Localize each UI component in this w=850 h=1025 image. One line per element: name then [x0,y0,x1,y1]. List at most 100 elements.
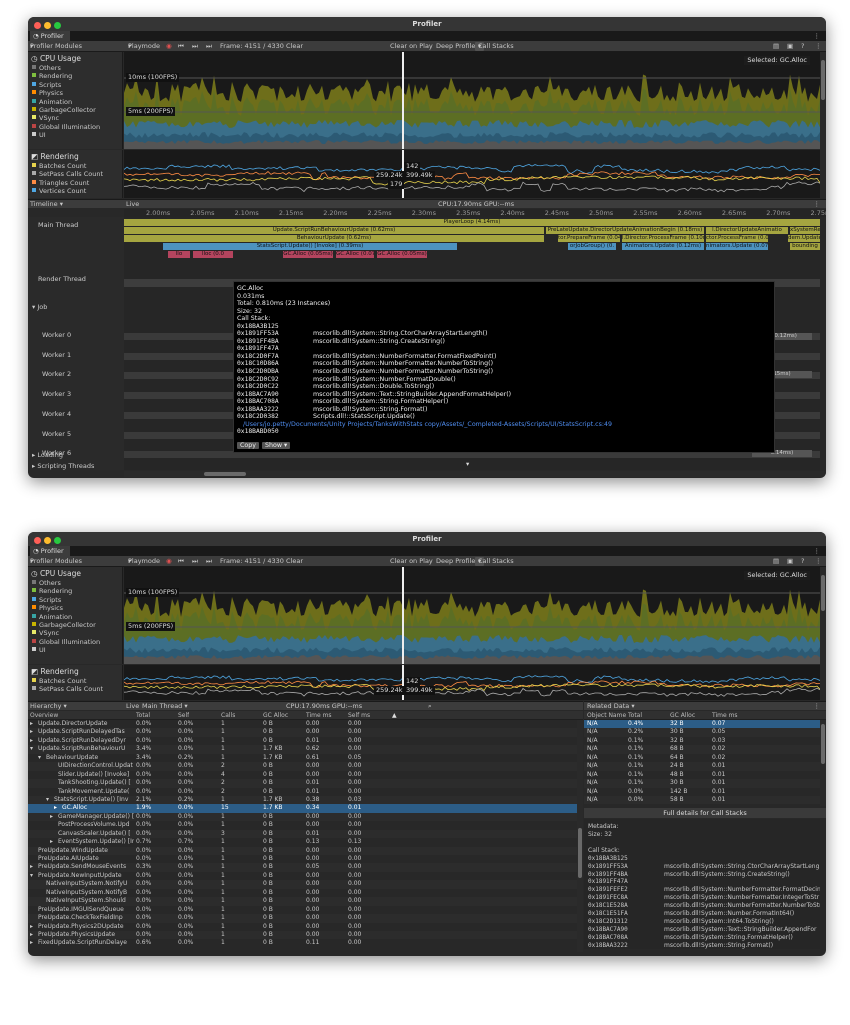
expand-arrow-icon[interactable]: ▸ [50,838,53,846]
expand-arrow-icon[interactable]: ▸ [30,728,33,736]
expand-arrow-icon[interactable]: ▸ [54,804,57,812]
worker-label[interactable]: Worker 4 [42,410,71,418]
source-path-link[interactable]: /Users/jo.petty/Documents/Unity Projects… [243,421,612,429]
record-icon[interactable]: ◉ [166,41,172,52]
expand-arrow-icon[interactable]: ▾ [30,872,33,880]
system-bar[interactable]: xSystemRe [790,227,820,234]
legend-item[interactable]: Others [28,579,122,587]
animators-update-bar-2[interactable]: nimators.Update (0.07m [706,243,768,250]
timeline-h-scrollbar[interactable] [124,471,826,477]
column-header[interactable]: Total [136,711,150,720]
scripting-threads-label[interactable]: ▸ Scripting Threads [32,462,94,470]
expand-arrow-icon[interactable]: ▸ [30,737,33,745]
column-header[interactable]: Time ms [306,711,332,720]
save-icon-2[interactable]: ▣ [787,556,793,567]
gc-alloc-short[interactable]: llo [168,251,190,258]
hierarchy-row[interactable]: StatsScript.Update() [Inv 2.1% 0.2% 1 1.7 KB… [28,795,583,805]
legend-item[interactable]: Scripts [28,81,122,89]
legend-item[interactable]: Triangles Count [28,179,122,187]
hierarchy-row[interactable]: GameManager.Update() [0.0% 0.0% 1 0 B 0.00 0.… [28,812,583,822]
search-icon[interactable]: ⌕ [428,702,432,711]
show-dropdown[interactable]: Show ▾ [261,441,291,450]
hierarchy-row[interactable]: PreUpdate.Physics2DUpdate 0.0% 0.0% 1 0 B 0.0… [28,923,583,931]
player-loop-bar[interactable]: PlayerLoop (4.14ms) [124,219,820,226]
legend-item[interactable]: Batches Count [28,677,122,685]
related-scrollbar[interactable] [820,720,826,806]
hierarchy-row[interactable]: Update.DirectorUpdate 0.0% 0.0% 1 0 B 0.00 0.0… [28,720,583,728]
column-header[interactable]: Time ms [712,711,738,720]
hierarchy-row[interactable]: NativeInputSystem.Should 0.0% 0.0% 1 0 B 0.00… [28,897,583,906]
next-frame-icon-2[interactable]: ⏭ [192,556,198,567]
related-row[interactable]: N/A 0.1% 64 B 0.02 [584,754,826,762]
main-thread-label[interactable]: Main Thread [38,221,78,229]
call-stacks-dropdown[interactable]: Call Stacks ▾ [475,42,514,51]
legend-item[interactable]: VSync [28,629,122,637]
hierarchy-row[interactable]: PreUpdate.CheckTexFieldInp 0.0% 0.0% 1 0 B 0.… [28,914,583,923]
menu-icon[interactable]: ⋮ [814,31,821,41]
script-run-behaviour-bar[interactable]: Update.ScriptRunBehaviourUpdate (0.62ms) [124,227,544,234]
help-icon[interactable]: ? [801,41,804,52]
hierarchy-row[interactable]: EventSystem.Update() [Ir 0.7% 0.7% 1 0 B 0.13… [28,838,583,846]
hierarchy-table[interactable]: Overview Total Self Calls GC Alloc Time ms Sel… [28,711,583,955]
expand-arrow-icon[interactable]: ▾ [38,754,41,762]
worker-label[interactable]: Worker 3 [42,390,71,398]
modules-scrollbar[interactable] [820,52,826,212]
load-icon[interactable]: ▤ [773,41,779,52]
rendering-module[interactable]: ◩ Rendering Batches Count SetPass Calls C… [28,150,123,198]
expand-arrow-icon[interactable]: ▸ [30,923,33,931]
next-frame-icon[interactable]: ⏭ [192,41,198,52]
live-toggle[interactable]: Live [126,200,139,209]
process-frame-bar-2[interactable]: ctor.ProcessFrame (0.07 [706,235,768,242]
modules-scrollbar-2[interactable] [820,567,826,700]
options-icon-2[interactable]: ⋮ [815,556,822,567]
cpu-module-2[interactable]: ◷ CPU Usage Others Rendering Scripts Physic… [28,567,123,664]
expand-arrow-icon[interactable]: ▾ [30,745,33,753]
load-icon-2[interactable]: ▤ [773,556,779,567]
call-stacks-dropdown-2[interactable]: Call Stacks ▾ [475,557,514,566]
record-icon-2[interactable]: ◉ [166,556,172,567]
director-anim-bar[interactable]: l.DirectorUpdateAnimatio [706,227,788,234]
expand-arrow-icon[interactable]: ▸ [50,813,53,821]
prepare-frame-bar[interactable]: tor.PrepareFrame (0.04ms) [558,235,620,242]
legend-item[interactable]: SetPass Calls Count [28,170,122,178]
help-icon-2[interactable]: ? [801,556,804,567]
hierarchy-view-dropdown[interactable]: Hierarchy ▾ [30,702,67,711]
item-update-bar[interactable]: dem.Update [788,235,820,242]
stats-update-bar[interactable]: StatsScript.Update() [Invoke] (0.39ms) [163,243,457,250]
cpu-module[interactable]: ◷ CPU Usage Others Rendering Scripts Physic… [28,52,123,149]
gc-alloc-bar-2[interactable]: GC.Alloc (0.07ms) [336,251,374,258]
hierarchy-row[interactable]: PreUpdate.AIUpdate 0.0% 0.0% 1 0 B 0.00 0.00 [28,855,583,863]
hierarchy-row[interactable]: PreUpdate.NewInputUpdate 0.0% 0.0% 1 0 B 0.00… [28,872,583,880]
behaviour-update-bar[interactable]: BehaviourUpdate (0.62ms) [124,235,544,242]
legend-item[interactable]: Vertices Count [28,187,122,195]
playmode-dropdown[interactable]: Playmode ▾ [128,41,160,52]
hierarchy-row[interactable]: PreUpdate.WindUpdate 0.0% 0.0% 1 0 B 0.00 0.00 [28,846,583,855]
legend-item[interactable]: Rendering [28,587,122,595]
related-row[interactable]: N/A 0.0% 142 B 0.01 [584,788,826,796]
expand-arrow-icon[interactable]: ▸ [30,931,33,939]
menu-icon-2[interactable]: ⋮ [814,546,821,556]
view-dropdown[interactable]: Timeline ▾ [30,200,63,209]
live-toggle-2[interactable]: Live [126,702,139,711]
legend-item[interactable]: Others [28,64,122,72]
playmode-dropdown-2[interactable]: Playmode ▾ [128,556,160,567]
related-row[interactable]: N/A 0.0% 58 B 0.01 [584,795,826,805]
job-group-label[interactable]: ▾ Job [32,303,47,311]
clear-button[interactable]: Clear [286,41,303,52]
hierarchy-row[interactable]: Slider.Update() [Invoke] 0.0% 0.0% 4 0 B 0.00… [28,771,583,779]
worker-label[interactable]: Worker 5 [42,430,71,438]
gc-alloc-short-2[interactable]: lloc (0.0 [193,251,233,258]
hierarchy-row[interactable]: UIDirectionControl.Updat 0.0% 0.0% 2 0 B 0.00… [28,762,583,771]
hierarchy-row[interactable]: Update.ScriptRunDelayedTas 0.0% 0.0% 1 0 B 0.… [28,728,583,737]
copy-button[interactable]: Copy [237,441,259,450]
column-header[interactable]: Self [178,711,189,720]
last-frame-icon[interactable]: ⏭ [206,41,212,52]
legend-item[interactable]: Animation [28,98,122,106]
hierarchy-row[interactable]: GC.Alloc 1.9% 0.0% 15 1.7 KB 0.34 0.01 ▸ [28,804,583,813]
animators-update-bar[interactable]: Animators.Update (0.12ms) [622,243,704,250]
cpu-usage-chart-2[interactable]: 10ms (100FPS) 5ms (200FPS) Selected: GC.… [124,567,820,664]
column-header[interactable]: GC Alloc [670,711,695,720]
profiler-tab-2[interactable]: ◔ Profiler [30,546,70,556]
related-row[interactable]: N/A 0.1% 24 B 0.01 [584,762,826,771]
legend-item[interactable]: Scripts [28,596,122,604]
